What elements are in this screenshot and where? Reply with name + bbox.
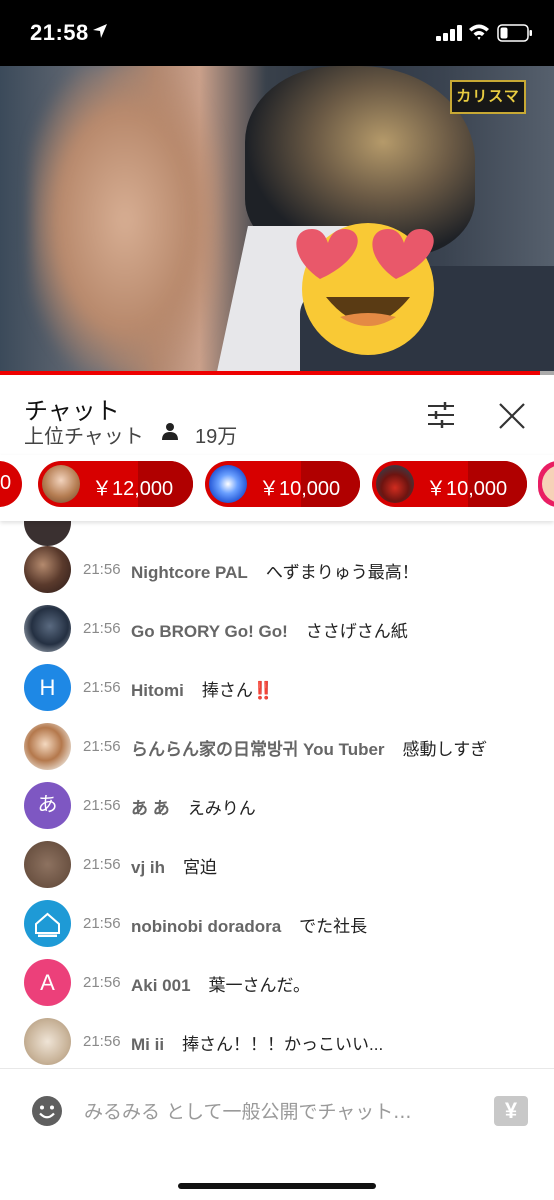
chat-header: チャット 上位チャット 19万 (0, 375, 554, 455)
ticker-avatar-partial (542, 465, 554, 503)
avatar[interactable] (24, 605, 71, 652)
super-chat-ticker[interactable]: ￥10,000 (205, 461, 360, 507)
message-author[interactable]: nobinobi doradora (131, 917, 281, 936)
emoji-smile-icon[interactable] (31, 1095, 63, 1127)
avatar[interactable] (24, 900, 71, 947)
message-author[interactable]: Aki 001 (131, 976, 191, 995)
chat-message: 21:56 Nightcore PAL へずまりゅう最高！ (0, 541, 554, 599)
message-text: へずまりゅう最高！ (265, 563, 419, 582)
cellular-signal-icon (436, 25, 462, 41)
message-text: えみりん (187, 799, 256, 818)
super-chat-ticker[interactable]: 0 (0, 461, 22, 507)
chat-mode-selector[interactable]: 上位チャット (24, 420, 144, 449)
message-time: 21:56 (83, 738, 121, 755)
message-text: でた社長 (299, 917, 368, 936)
chat-input-bar: ¥ (0, 1068, 554, 1200)
status-time: 21:58 (30, 20, 89, 45)
chat-message: 21:56 Mi ii 捧さん！！！かっこいい... (0, 1013, 554, 1068)
message-time: 21:56 (83, 679, 121, 696)
message-author[interactable]: Hitomi (131, 681, 184, 700)
viewer-count: 19万 (195, 426, 238, 448)
super-chat-yen-button[interactable]: ¥ (494, 1096, 528, 1126)
message-author[interactable]: vj ih (131, 858, 165, 877)
avatar[interactable]: A (24, 959, 71, 1006)
message-text: 葉一さんだ。 (208, 976, 311, 995)
message-text: 捧さん (201, 681, 253, 700)
message-time: 21:56 (83, 915, 121, 932)
avatar[interactable]: あ (24, 782, 71, 829)
avatar[interactable] (24, 723, 71, 770)
chat-message-list[interactable]: 21:56 Nightcore PAL へずまりゅう最高！ 21:56 Go BR… (0, 521, 554, 1068)
video-blur-region (30, 66, 220, 374)
chat-message: あ 21:56 あ あえみりん (0, 777, 554, 835)
ticker-avatar-doll (42, 465, 80, 503)
message-text: 捧さん！！！かっこいい... (182, 1035, 384, 1054)
status-bar: 21:58 (0, 0, 554, 66)
super-chat-ticker[interactable]: ￥10,000 (372, 461, 527, 507)
ticker-avatar-blue-flower (209, 465, 247, 503)
chat-message: 21:56 nobinobi doradora でた社長 (0, 895, 554, 953)
super-chat-ticker-bar: 0 ￥12,000 ￥10,000 ￥10,000 (0, 455, 554, 521)
close-icon[interactable] (497, 401, 527, 431)
ticker-amount: ￥10,000 (426, 478, 508, 500)
wifi-icon (469, 24, 489, 40)
message-author[interactable]: らんらん家の日常방귀 You Tuber (131, 740, 385, 759)
ticker-avatar-red-car (376, 465, 414, 503)
sliders-filter-icon[interactable] (426, 401, 456, 429)
super-chat-ticker[interactable] (538, 461, 554, 507)
super-chat-ticker[interactable]: ￥12,000 (38, 461, 193, 507)
message-author[interactable]: あ あ (131, 799, 170, 818)
house-logo-icon (35, 912, 60, 937)
person-icon (162, 423, 178, 440)
channel-logo: カリスマ (450, 80, 526, 114)
chat-message: 21:56 vj ih 宮迫 (0, 836, 554, 894)
heart-eyes-emoji-icon (296, 223, 434, 355)
ticker-amount: ￥10,000 (259, 478, 341, 500)
message-time: 21:56 (83, 797, 121, 814)
message-time: 21:56 (83, 620, 121, 637)
avatar[interactable] (24, 546, 71, 593)
message-author[interactable]: Nightcore PAL (131, 563, 248, 582)
avatar[interactable] (24, 841, 71, 888)
message-time: 21:56 (83, 974, 121, 991)
message-time: 21:56 (83, 561, 121, 578)
message-time: 21:56 (83, 856, 121, 873)
message-text: ささげさん紙 (305, 622, 408, 641)
chat-message-input[interactable] (84, 1097, 464, 1127)
double-exclamation-icon: ‼️ (252, 681, 275, 700)
message-author[interactable]: Go BRORY Go! Go! (131, 622, 288, 641)
message-text: 宮迫 (183, 858, 218, 877)
avatar[interactable]: H (24, 664, 71, 711)
location-arrow-icon (93, 24, 107, 38)
ticker-amount: 0 (0, 472, 12, 494)
avatar[interactable] (24, 1018, 71, 1065)
chat-message: A 21:56 Aki 001 葉一さんだ。 (0, 954, 554, 1012)
message-text: 感動しすぎ (402, 740, 488, 759)
video-player[interactable]: カリスマ (0, 66, 554, 374)
chat-message: H 21:56 Hitomi 捧さん‼️ (0, 659, 554, 717)
chat-message: 21:56 らんらん家の日常방귀 You Tuber 感動しすぎ (0, 718, 554, 776)
chat-message: 21:56 Go BRORY Go! Go! ささげさん紙 (0, 600, 554, 658)
battery-icon (497, 24, 532, 42)
message-author[interactable]: Mi ii (131, 1035, 164, 1054)
message-time: 21:56 (83, 1033, 121, 1050)
home-indicator (178, 1183, 376, 1189)
ticker-amount: ￥12,000 (92, 478, 174, 500)
